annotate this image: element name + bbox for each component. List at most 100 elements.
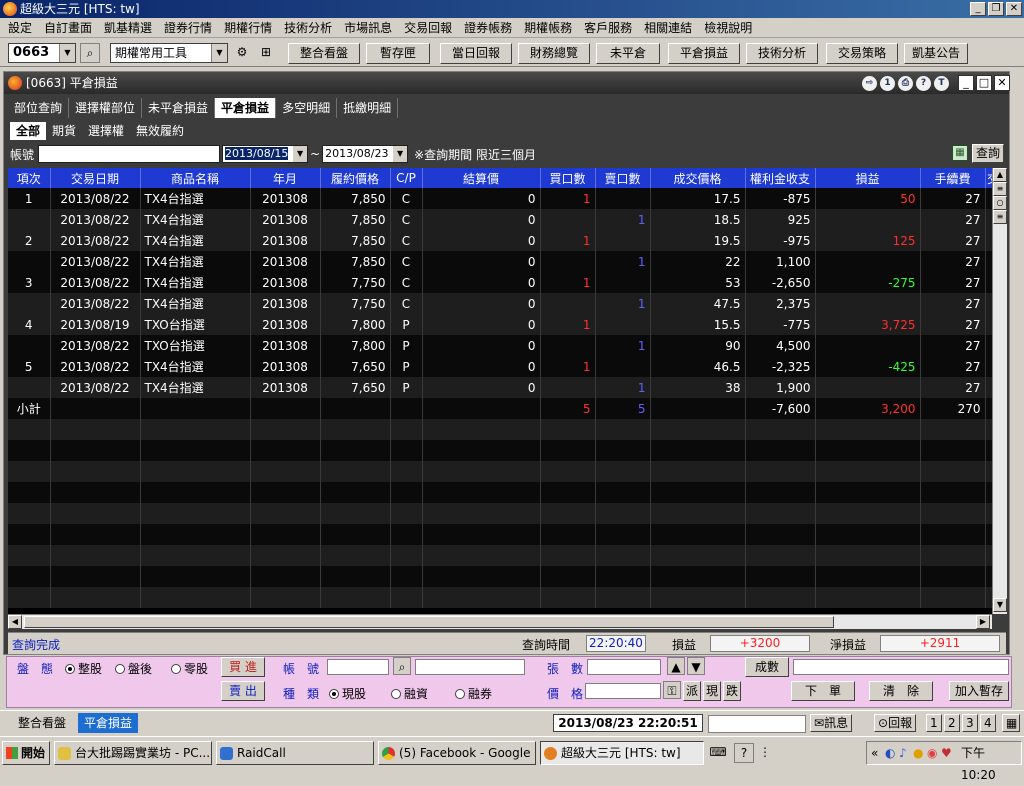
export-icon[interactable]: ⇨ [862, 76, 877, 91]
table-row[interactable]: 2013/08/22TX4台指選2013087,850C01221,100271 [8, 251, 992, 272]
restore-button[interactable]: ❐ [988, 2, 1004, 16]
menu-stock-quotes[interactable]: 證券行情 [158, 18, 218, 38]
tab-long-short-detail[interactable]: 多空明細 [276, 98, 338, 118]
scroll-menu-icon[interactable]: ≡ [993, 210, 1007, 224]
temp-box-button[interactable]: 暫存匣 [366, 43, 430, 64]
scroll-right-icon[interactable]: ▶ [976, 615, 990, 629]
table-row[interactable]: 3 2013/08/22 TX4台指選 201308 7,750 C 0 1 53 -2,650-… [8, 272, 992, 293]
place-order-button[interactable]: 下 單 [791, 681, 855, 701]
task-raidcall[interactable]: RaidCall [216, 741, 374, 765]
horizontal-scroll-thumb[interactable] [24, 616, 834, 628]
menu-help[interactable]: 檢視說明 [698, 18, 758, 38]
open-position-button[interactable]: 未平倉 [596, 43, 660, 64]
search-icon[interactable]: ⌕ [80, 43, 100, 63]
scroll-left-icon[interactable]: ◀ [8, 615, 22, 629]
scroll-up-icon[interactable]: ▲ [993, 168, 1007, 182]
after-hours-radio[interactable]: 盤後 [115, 660, 152, 677]
chevron-down-icon[interactable]: ▼ [59, 44, 75, 62]
start-button[interactable]: 開始 [2, 741, 50, 765]
window-minimize-button[interactable]: _ [958, 75, 974, 91]
shield-icon[interactable]: ♥ [941, 742, 952, 764]
column-header[interactable]: 損益 [815, 168, 921, 188]
network-icon[interactable]: ◐ [885, 742, 895, 764]
pin-icon[interactable]: T [934, 76, 949, 91]
closed-pnl-button[interactable]: 平倉損益 [668, 43, 740, 64]
one-icon[interactable]: 1 [880, 76, 895, 91]
page-4-button[interactable]: 4 [980, 714, 996, 732]
volume-icon[interactable]: ♪ [899, 742, 907, 764]
table-row[interactable]: 2013/08/22TX4台指選2013087,850C0118.5925271 [8, 209, 992, 230]
calendar-dropdown-icon[interactable]: ▼ [293, 146, 308, 162]
excel-export-icon[interactable]: ▦ [952, 145, 968, 161]
scroll-circle-icon[interactable]: ○ [993, 196, 1007, 210]
chevron-down-icon[interactable]: ▼ [211, 44, 227, 62]
column-header[interactable]: 結算價 [422, 168, 541, 188]
table-row[interactable]: 2013/08/22TX4台指選2013087,650P0 1381,900 272 [8, 377, 992, 398]
message-button[interactable]: ✉訊息 [810, 714, 853, 732]
page-2-button[interactable]: 2 [944, 714, 960, 732]
key-icon[interactable]: ⚿ [663, 681, 681, 699]
down-arrow-icon[interactable]: ▼ [687, 657, 705, 675]
dispatch-button[interactable]: 派 [683, 681, 701, 701]
calendar-dropdown-icon[interactable]: ▼ [393, 146, 408, 162]
vertical-scrollbar[interactable]: ▲ ≡ ○ ≡ ▼ [992, 168, 1007, 614]
update-icon[interactable]: ● [913, 742, 923, 764]
cash-radio[interactable]: 現股 [329, 685, 366, 702]
task-hts[interactable]: 超級大三元 [HTS: tw] [540, 741, 704, 765]
sell-button[interactable]: 賣 出 [221, 681, 265, 701]
menu-technical-analysis[interactable]: 技術分析 [278, 18, 338, 38]
tab-option-position[interactable]: 選擇權部位 [69, 98, 143, 118]
help-icon[interactable]: ? [734, 743, 754, 763]
column-header[interactable]: 賣口數 [595, 168, 651, 188]
task-chrome[interactable]: (5) Facebook - Google C... [378, 741, 536, 765]
short-radio[interactable]: 融券 [455, 685, 492, 702]
table-row[interactable]: 2 2013/08/22 TX4台指選 201308 7,850 C 0 1 19.5 -975 1… [8, 230, 992, 251]
task-ptt[interactable]: 台大批踢踢實業坊 - PC... [54, 741, 212, 765]
gear-icon[interactable]: ⚙ [232, 43, 252, 63]
bottom-tab-closed-pnl[interactable]: 平倉損益 [78, 713, 139, 733]
order-account-field[interactable] [327, 659, 389, 675]
subtab-all[interactable]: 全部 [10, 122, 47, 140]
technical-analysis-button[interactable]: 技術分析 [746, 43, 818, 64]
ratio-button[interactable]: 成數 [745, 657, 789, 677]
window-maximize-button[interactable]: □ [976, 75, 992, 91]
column-header[interactable]: 項次 [8, 168, 51, 188]
menu-futures-options-quotes[interactable]: 期權行情 [218, 18, 278, 38]
search-icon[interactable]: ⌕ [393, 657, 411, 675]
menu-futures-account[interactable]: 期權帳務 [518, 18, 578, 38]
tab-collateral-detail[interactable]: 抵繳明細 [337, 98, 399, 118]
menu-kgi-picks[interactable]: 凱基精選 [98, 18, 158, 38]
column-header[interactable]: 年月 [250, 168, 321, 188]
table-row[interactable]: 2013/08/22 TX4台指選 201308 7,750 C 0 1 47.5 2,375 2… [8, 293, 992, 314]
table-row[interactable]: 5 2013/08/22 TX4台指選 201308 7,650 P 0 1 46.5 -2,32… [8, 356, 992, 377]
query-button[interactable]: 查詢 [972, 144, 1004, 163]
print-icon[interactable]: ⎙ [898, 76, 913, 91]
column-header[interactable]: 買口數 [540, 168, 596, 188]
menu-trade-report[interactable]: 交易回報 [398, 18, 458, 38]
up-arrow-icon[interactable]: ▲ [667, 657, 685, 675]
table-row[interactable]: 4 2013/08/19 TXO台指選 201308 7,800 P 0 1 15.5 -775 3… [8, 314, 992, 335]
odd-lot-radio[interactable]: 零股 [171, 660, 208, 677]
margin-radio[interactable]: 融資 [391, 685, 428, 702]
menu-related-links[interactable]: 相關連結 [638, 18, 698, 38]
close-button[interactable]: ✕ [1006, 2, 1022, 16]
antivirus-icon[interactable]: ◉ [927, 742, 937, 764]
clear-button[interactable]: 清 除 [869, 681, 933, 701]
column-header[interactable]: 商品名稱 [140, 168, 251, 188]
integrated-view-button[interactable]: 整合看盤 [288, 43, 360, 64]
limit-down-button[interactable]: 跌 [723, 681, 741, 701]
new-window-icon[interactable]: ⊞ [256, 43, 276, 63]
page-1-button[interactable]: 1 [926, 714, 942, 732]
column-header[interactable]: 履約價格 [320, 168, 391, 188]
menu-customer-service[interactable]: 客戶服務 [578, 18, 638, 38]
symbol-input[interactable]: 0663 ▼ [8, 43, 76, 63]
table-row[interactable]: 1 2013/08/22 TX4台指選 201308 7,850 C 0 1 17.5 -875 5… [8, 188, 992, 209]
menu-stock-account[interactable]: 證券帳務 [458, 18, 518, 38]
tool-select[interactable]: 期權常用工具 ▼ [110, 43, 228, 63]
table-row[interactable]: 2013/08/22TXO台指選2013087,800P0 1904,500 275 [8, 335, 992, 356]
price-field[interactable] [585, 683, 661, 699]
tab-position-query[interactable]: 部位查詢 [8, 98, 70, 118]
buy-button[interactable]: 買 進 [221, 657, 265, 677]
date-to-field[interactable]: 2013/08/23 ▼ [322, 145, 409, 163]
daily-report-button[interactable]: 當日回報 [440, 43, 512, 64]
